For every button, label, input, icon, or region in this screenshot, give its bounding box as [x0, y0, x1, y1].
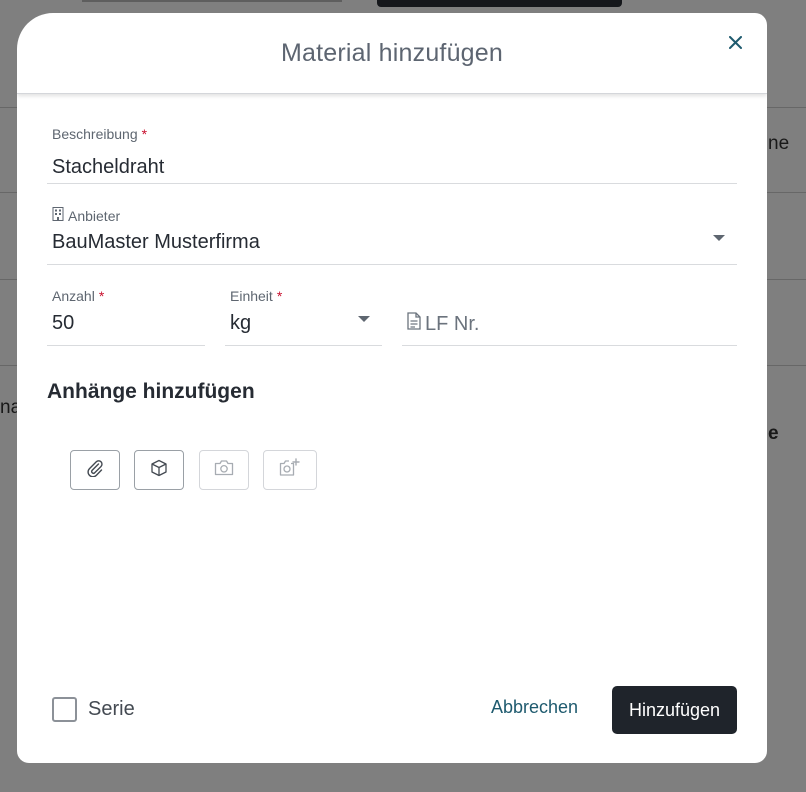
unit-select[interactable]: Einheit * kg	[225, 281, 382, 346]
series-checkbox-box[interactable]	[52, 697, 77, 722]
quantity-label-text: Anzahl	[52, 288, 95, 304]
cancel-button[interactable]: Abbrechen	[491, 697, 578, 718]
add-button[interactable]: Hinzufügen	[612, 686, 737, 734]
delivery-note-placeholder-text: LF Nr.	[425, 312, 480, 335]
supplier-value: BauMaster Musterfirma	[52, 231, 260, 253]
required-mark: *	[98, 288, 105, 304]
document-icon	[407, 312, 421, 336]
add-photo-button[interactable]	[263, 450, 317, 490]
quantity-value: 50	[52, 312, 75, 334]
dialog-title: Material hinzufügen	[281, 38, 503, 67]
unit-label: Einheit *	[230, 288, 282, 304]
attachments-title: Anhänge hinzufügen	[47, 380, 255, 403]
add-material-dialog: Material hinzufügen Beschreibung * Stach…	[17, 13, 767, 763]
quantity-label: Anzahl *	[52, 288, 104, 304]
paperclip-icon	[86, 459, 104, 482]
chevron-down-icon[interactable]	[358, 316, 370, 322]
description-label-text: Beschreibung	[52, 126, 138, 142]
required-mark: *	[276, 288, 283, 304]
description-field[interactable]: Beschreibung * Stacheldraht	[47, 119, 737, 184]
delivery-note-placeholder: LF Nr.	[407, 312, 479, 336]
add-photo-icon	[279, 458, 301, 482]
unit-value: kg	[230, 312, 252, 334]
supplier-label-text: Anbieter	[68, 207, 121, 224]
take-photo-button[interactable]	[199, 450, 249, 490]
close-button[interactable]	[723, 33, 747, 57]
building-icon	[52, 207, 64, 224]
unit-label-text: Einheit	[230, 288, 273, 304]
series-label: Serie	[88, 698, 135, 720]
quantity-field[interactable]: Anzahl * 50	[47, 281, 205, 346]
cube-icon	[150, 459, 168, 482]
description-value: Stacheldraht	[52, 156, 165, 178]
required-mark: *	[141, 126, 148, 142]
delivery-note-field[interactable]: LF Nr.	[402, 281, 737, 346]
attach-file-button[interactable]	[70, 450, 120, 490]
dialog-header: Material hinzufügen	[17, 13, 767, 94]
attach-3d-model-button[interactable]	[134, 450, 184, 490]
close-icon	[728, 36, 742, 54]
camera-icon	[214, 459, 234, 481]
supplier-label: Anbieter	[52, 207, 120, 224]
series-checkbox[interactable]: Serie	[52, 697, 135, 722]
supplier-select[interactable]: Anbieter BauMaster Musterfirma	[47, 200, 737, 265]
chevron-down-icon[interactable]	[713, 235, 725, 241]
description-label: Beschreibung *	[52, 126, 147, 142]
